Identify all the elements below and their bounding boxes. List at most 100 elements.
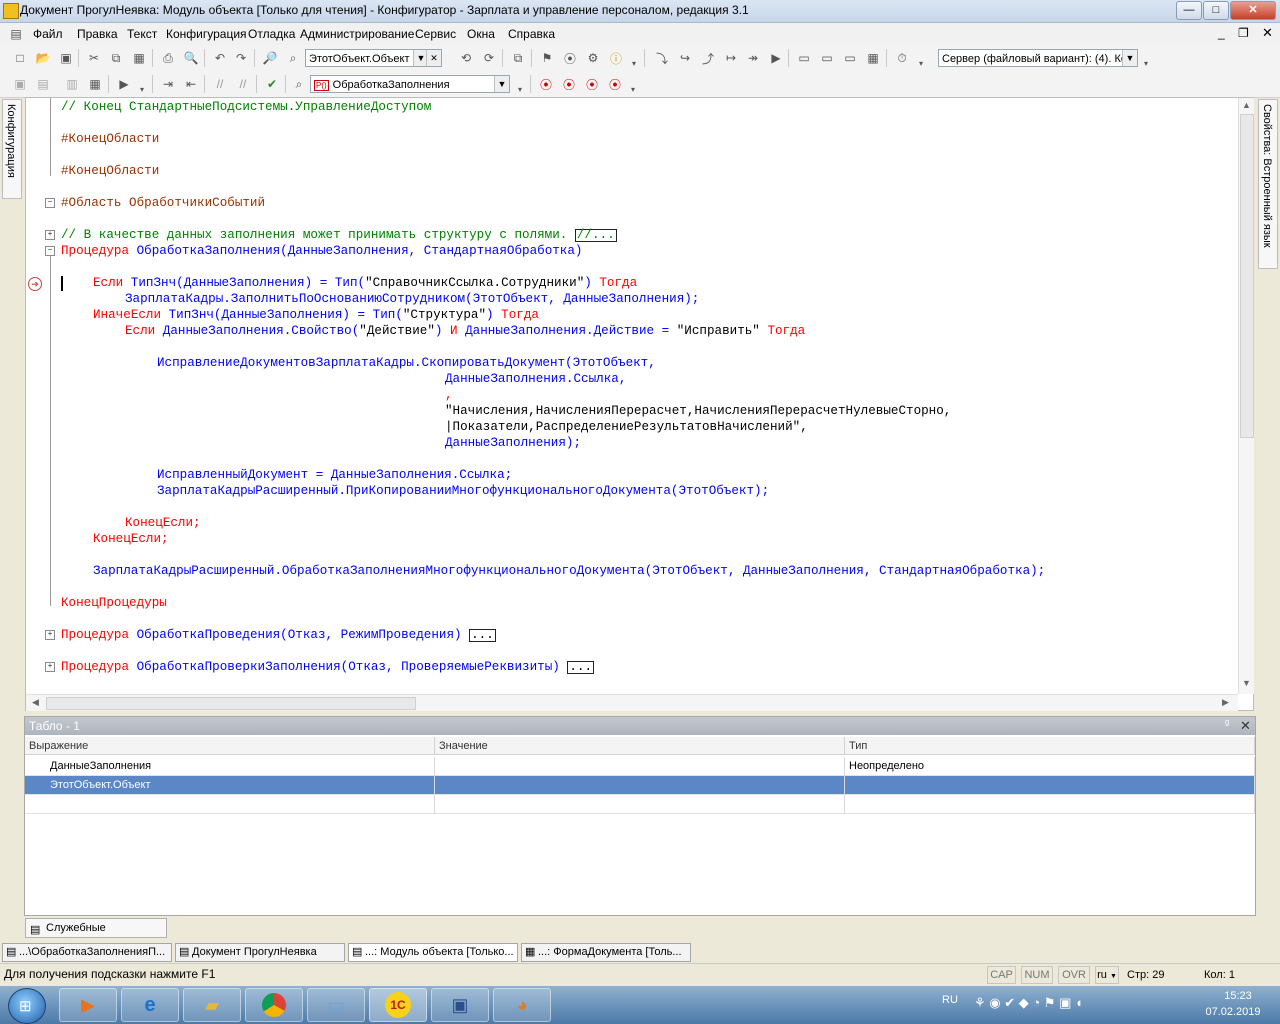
configuration-side-tab[interactable]: Конфигурация — [2, 99, 22, 199]
menu-text[interactable]: Текст — [127, 27, 157, 41]
menu-debug[interactable]: Отладка — [248, 27, 295, 41]
minimize-button[interactable]: — — [1176, 1, 1202, 20]
column-header-value[interactable]: Значение — [435, 737, 845, 755]
windows-icon[interactable]: ⧉ — [510, 50, 526, 66]
maximize-button[interactable]: □ — [1203, 1, 1229, 20]
stop-icon[interactable]: ▶ — [768, 50, 784, 66]
fold-toggle-icon[interactable]: + — [45, 230, 55, 240]
mdi-close-button[interactable]: ✕ — [1262, 25, 1273, 41]
menu-service[interactable]: Сервис — [415, 27, 456, 41]
dropdown-icon[interactable]: ▾ — [512, 81, 528, 97]
paste-icon[interactable]: ▦ — [131, 50, 147, 66]
fold-toggle-icon[interactable]: + — [45, 630, 55, 640]
collapsed-comment-marker[interactable]: //... — [574, 229, 617, 242]
menu-edit[interactable]: Правка — [77, 27, 118, 41]
chrome-button[interactable] — [245, 988, 303, 1022]
column-header-expression[interactable]: Выражение — [25, 737, 435, 755]
find-prev-icon[interactable]: ⟳ — [481, 50, 497, 66]
menu-administration[interactable]: Администрирование — [300, 27, 414, 41]
dropdown-icon[interactable]: ▾ — [913, 55, 929, 71]
menu-configuration[interactable]: Конфигурация — [166, 27, 247, 41]
chevron-down-icon[interactable]: ▼ — [494, 76, 509, 92]
tools-icon[interactable]: ⚙ — [585, 50, 601, 66]
properties-side-tab[interactable]: Свойства: Встроенный язык — [1258, 99, 1278, 269]
check-icon[interactable]: ✔ — [264, 76, 280, 92]
window-arrange-icon[interactable]: ▭ — [842, 50, 858, 66]
cell-value[interactable] — [435, 776, 845, 795]
cell-expression[interactable]: ДанныеЗаполнения — [25, 757, 435, 776]
module-icon[interactable]: ▤ — [35, 76, 51, 92]
dropdown-icon[interactable]: ▾ — [625, 81, 641, 97]
language-indicator[interactable]: ru ▼ — [1095, 966, 1119, 984]
indent-icon[interactable]: ⇥ — [160, 76, 176, 92]
cell-value[interactable] — [435, 795, 845, 814]
ie-button[interactable]: e — [121, 988, 179, 1022]
scroll-left-icon[interactable]: ◀ — [32, 697, 39, 708]
scroll-thumb[interactable] — [1240, 114, 1254, 438]
breakpoint-toggle-icon[interactable]: ⦿ — [538, 76, 554, 92]
vertical-scrollbar[interactable]: ▲ ▼ — [1238, 98, 1254, 694]
table-row-empty[interactable] — [25, 795, 1255, 814]
remote-button[interactable]: ▣ — [431, 988, 489, 1022]
collapsed-block-marker[interactable]: ... — [469, 629, 496, 642]
cell-value[interactable] — [435, 757, 845, 776]
syntax-check-icon[interactable]: ▥ — [64, 76, 80, 92]
run-to-cursor-icon[interactable]: ↦ — [723, 50, 739, 66]
new-icon[interactable]: □ — [12, 50, 28, 66]
window-tab[interactable]: ▤ Документ ПрогулНеявка — [175, 943, 345, 962]
fold-toggle-icon[interactable]: − — [45, 246, 55, 256]
template-icon[interactable]: ▶ — [116, 76, 132, 92]
debug-icon[interactable]: ⚑ — [539, 50, 555, 66]
undo-icon[interactable]: ↶ — [212, 50, 228, 66]
window-tab[interactable]: ▦...: ФормаДокумента [Толь... — [521, 943, 691, 962]
current-line-arrow-icon[interactable]: ➔ — [28, 277, 42, 291]
clear-icon[interactable]: ✕ — [426, 50, 441, 66]
save-icon[interactable]: ▣ — [58, 50, 74, 66]
cell-expression[interactable] — [25, 795, 435, 814]
dropdown-icon[interactable]: ▾ — [626, 55, 642, 71]
breakpoint-icon[interactable]: ⦿ — [562, 50, 578, 66]
1c-button[interactable]: 1C — [369, 988, 427, 1022]
step-over-icon[interactable]: ↪ — [677, 50, 693, 66]
mdi-restore-button[interactable]: ❐ — [1238, 26, 1249, 40]
paint-button[interactable]: ◕ — [493, 988, 551, 1022]
comment-icon[interactable]: // — [212, 76, 228, 92]
search-icon[interactable]: ⌕ — [285, 50, 301, 66]
explorer-button[interactable]: ▰ — [183, 988, 241, 1022]
window-tile-icon[interactable]: ▭ — [796, 50, 812, 66]
mdi-minimize-button[interactable]: _ — [1218, 26, 1225, 40]
step-out-icon[interactable]: ⤴ — [700, 50, 716, 66]
start-button[interactable]: ⊞ — [8, 988, 46, 1024]
module-icon[interactable]: ▣ — [12, 76, 28, 92]
table-row[interactable]: ДанныеЗаполнения Неопределено — [25, 757, 1255, 776]
find-icon[interactable]: 🔎 — [262, 50, 278, 66]
expression-combo[interactable]: ЭтотОбъект.Объект ▼ ✕ — [305, 49, 442, 67]
breakpoint-list-icon[interactable]: ⦿ — [561, 76, 577, 92]
close-icon[interactable]: ✕ — [1240, 718, 1251, 734]
table-row-selected[interactable]: ЭтотОбъект.Объект — [25, 776, 1255, 795]
print-icon[interactable]: ⎙ — [160, 50, 176, 66]
column-header-type[interactable]: Тип — [845, 737, 1255, 755]
preview-icon[interactable]: 🔍 — [183, 50, 199, 66]
input-language[interactable]: RU — [942, 994, 958, 1006]
media-player-button[interactable]: ▶ — [59, 988, 117, 1022]
redo-icon[interactable]: ↷ — [233, 50, 249, 66]
scroll-down-icon[interactable]: ▼ — [1242, 678, 1251, 688]
menu-file[interactable]: Файл — [33, 27, 63, 41]
close-button[interactable]: ✕ — [1230, 1, 1276, 20]
cell-expression[interactable]: ЭтотОбъект.Объект — [25, 776, 435, 795]
pin-icon[interactable]: ᵍ — [1225, 718, 1229, 730]
scroll-thumb[interactable] — [46, 697, 416, 710]
chevron-down-icon[interactable]: ▼ — [1122, 50, 1137, 66]
messages-tab[interactable]: ▤ Служебные сообщения — [25, 918, 167, 952]
uncomment-icon[interactable]: // — [235, 76, 251, 92]
copy-icon[interactable]: ⧉ — [108, 50, 124, 66]
window-cascade-icon[interactable]: ▭ — [819, 50, 835, 66]
server-combo[interactable]: Сервер (файловый вариант): (4). Ко ▼ — [938, 49, 1138, 67]
breakpoint-delete-icon[interactable]: ⦿ — [607, 76, 623, 92]
window-tab[interactable]: ▤ ...\ОбработкаЗаполненияП... — [2, 943, 172, 962]
clock-date[interactable]: 07.02.2019 — [1200, 1006, 1266, 1018]
info-icon[interactable]: ⓘ — [608, 50, 624, 66]
scroll-up-icon[interactable]: ▲ — [1242, 100, 1251, 110]
notepad-button[interactable]: ▭ — [307, 988, 365, 1022]
